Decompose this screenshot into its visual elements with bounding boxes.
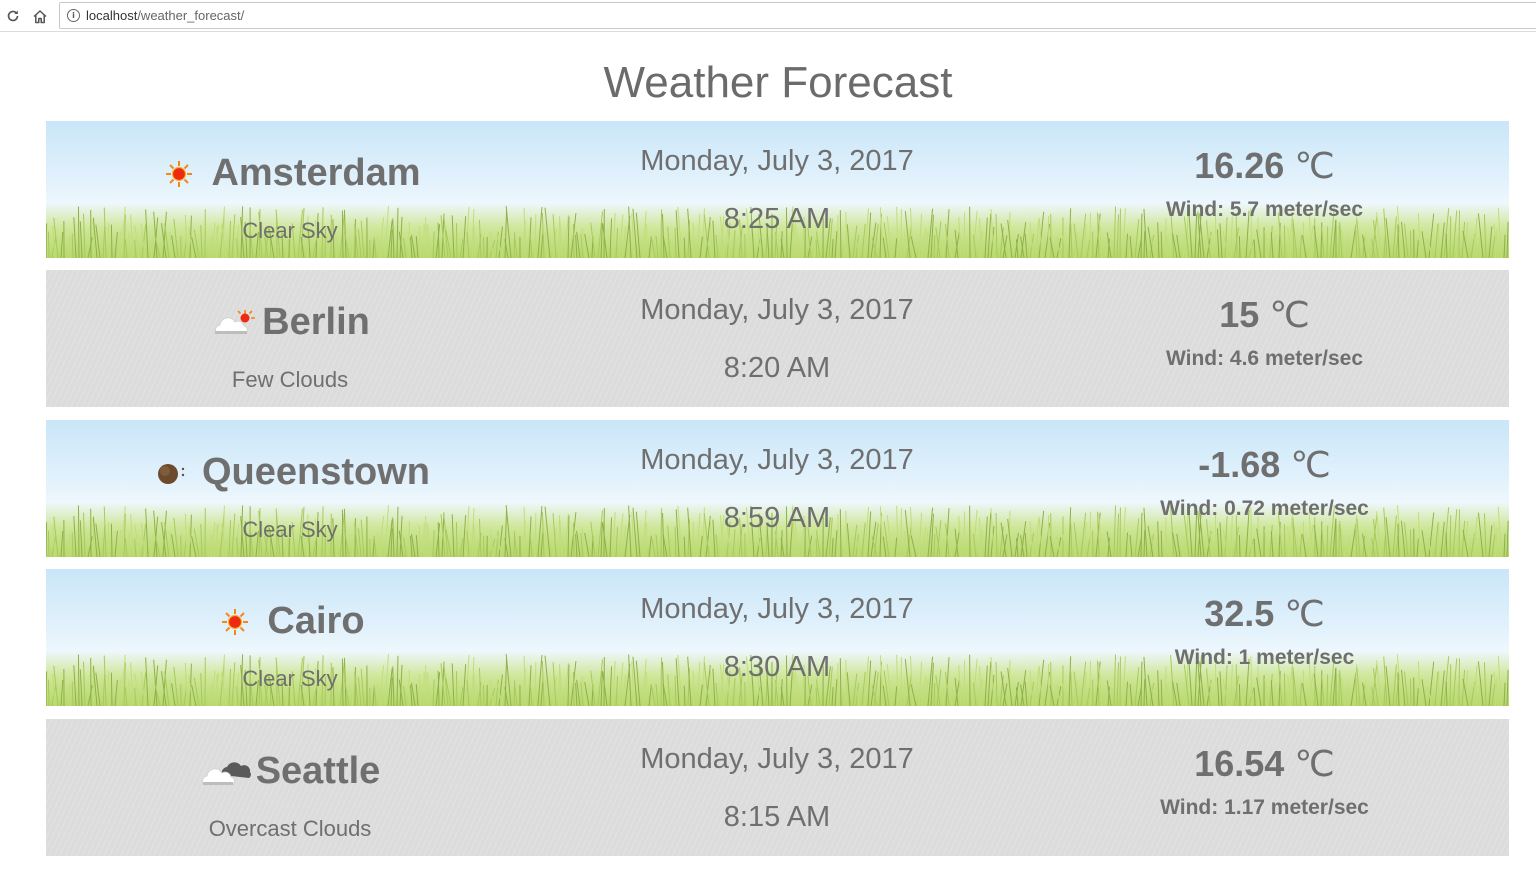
forecast-card-queenstown: Queenstown Clear Sky Monday, July 3, 201… bbox=[46, 420, 1509, 557]
wind-speed: Wind: 1 meter/sec bbox=[1174, 646, 1355, 669]
city-column: Queenstown Clear Sky bbox=[46, 420, 534, 557]
forecast-card-amsterdam: Amsterdam Clear Sky Monday, July 3, 2017… bbox=[46, 121, 1509, 258]
city-column: Amsterdam Clear Sky bbox=[46, 121, 534, 258]
info-icon[interactable]: i bbox=[67, 9, 80, 22]
temperature-value: 16.54 bbox=[1194, 743, 1285, 784]
temperature-value: 16.26 bbox=[1194, 145, 1285, 186]
temperature: -1.68 ℃ bbox=[1020, 444, 1509, 486]
temperature-value: 32.5 bbox=[1204, 593, 1275, 634]
few-clouds-icon bbox=[215, 309, 256, 334]
city-column: Berlin Few Clouds bbox=[46, 270, 534, 407]
moon-icon bbox=[157, 463, 185, 484]
temperature: 16.54 ℃ bbox=[1020, 743, 1509, 785]
temperature: 32.5 ℃ bbox=[1020, 593, 1509, 635]
forecast-time: 8:25 AM bbox=[723, 203, 831, 235]
forecast-card-berlin: Berlin Few Clouds Monday, July 3, 2017 8… bbox=[46, 270, 1509, 407]
temperature-unit: ℃ bbox=[1284, 593, 1325, 634]
date-column: Monday, July 3, 2017 8:30 AM bbox=[534, 569, 1020, 706]
temperature-unit: ℃ bbox=[1269, 294, 1310, 335]
temperature-column: 32.5 ℃ Wind: 1 meter/sec bbox=[1020, 569, 1509, 706]
forecast-date: Monday, July 3, 2017 bbox=[640, 145, 914, 177]
reload-icon[interactable] bbox=[3, 6, 23, 26]
temperature-unit: ℃ bbox=[1294, 743, 1335, 784]
temperature-column: 15 ℃ Wind: 4.6 meter/sec bbox=[1020, 270, 1509, 407]
sun-icon bbox=[166, 160, 193, 187]
forecast-date: Monday, July 3, 2017 bbox=[640, 444, 914, 476]
forecast-time: 8:30 AM bbox=[723, 651, 831, 683]
forecast-time: 8:15 AM bbox=[723, 801, 831, 833]
date-column: Monday, July 3, 2017 8:59 AM bbox=[534, 420, 1020, 557]
temperature: 15 ℃ bbox=[1020, 294, 1509, 336]
forecast-date: Monday, July 3, 2017 bbox=[640, 593, 914, 625]
temperature-unit: ℃ bbox=[1290, 444, 1331, 485]
home-icon[interactable] bbox=[30, 6, 50, 26]
wind-speed: Wind: 5.7 meter/sec bbox=[1165, 198, 1364, 221]
temperature-value: 15 bbox=[1219, 294, 1260, 335]
wind-speed: Wind: 0.72 meter/sec bbox=[1160, 497, 1369, 520]
city-column: Seattle Overcast Clouds bbox=[46, 719, 534, 856]
address-bar[interactable]: i localhost/weather_forecast/ bbox=[59, 2, 1536, 29]
url-text: localhost/weather_forecast/ bbox=[86, 8, 244, 23]
weather-description: Overcast Clouds bbox=[208, 816, 372, 841]
city-name: Berlin bbox=[262, 301, 370, 343]
temperature-unit: ℃ bbox=[1294, 145, 1335, 186]
url-path: /weather_forecast/ bbox=[137, 8, 245, 23]
temperature-column: -1.68 ℃ Wind: 0.72 meter/sec bbox=[1020, 420, 1509, 557]
page-title: Weather Forecast bbox=[603, 58, 953, 107]
weather-description: Few Clouds bbox=[231, 367, 349, 392]
browser-toolbar: i localhost/weather_forecast/ bbox=[0, 0, 1536, 32]
date-column: Monday, July 3, 2017 8:25 AM bbox=[534, 121, 1020, 258]
url-host: localhost bbox=[86, 8, 138, 23]
forecast-time: 8:59 AM bbox=[723, 502, 831, 534]
date-column: Monday, July 3, 2017 8:20 AM bbox=[534, 270, 1020, 407]
overcast-clouds-icon bbox=[201, 761, 251, 785]
temperature-column: 16.26 ℃ Wind: 5.7 meter/sec bbox=[1020, 121, 1509, 258]
forecast-date: Monday, July 3, 2017 bbox=[640, 294, 914, 326]
temperature-column: 16.54 ℃ Wind: 1.17 meter/sec bbox=[1020, 719, 1509, 856]
forecast-date: Monday, July 3, 2017 bbox=[640, 743, 914, 775]
forecast-time: 8:20 AM bbox=[723, 352, 831, 384]
weather-description: Clear Sky bbox=[242, 666, 338, 691]
city-column: Cairo Clear Sky bbox=[46, 569, 534, 706]
forecast-card-cairo: Cairo Clear Sky Monday, July 3, 2017 8:3… bbox=[46, 569, 1509, 706]
wind-speed: Wind: 1.17 meter/sec bbox=[1160, 796, 1369, 819]
weather-description: Clear Sky bbox=[242, 218, 338, 243]
sun-icon bbox=[222, 608, 249, 635]
city-name: Seattle bbox=[255, 750, 381, 792]
city-name: Amsterdam bbox=[211, 152, 421, 194]
temperature-value: -1.68 bbox=[1198, 444, 1281, 485]
wind-speed: Wind: 4.6 meter/sec bbox=[1165, 347, 1364, 370]
forecast-card-seattle: Seattle Overcast Clouds Monday, July 3, … bbox=[46, 719, 1509, 856]
city-name: Queenstown bbox=[201, 451, 431, 493]
city-name: Cairo bbox=[267, 600, 365, 642]
date-column: Monday, July 3, 2017 8:15 AM bbox=[534, 719, 1020, 856]
temperature: 16.26 ℃ bbox=[1020, 145, 1509, 187]
weather-description: Clear Sky bbox=[242, 517, 338, 542]
